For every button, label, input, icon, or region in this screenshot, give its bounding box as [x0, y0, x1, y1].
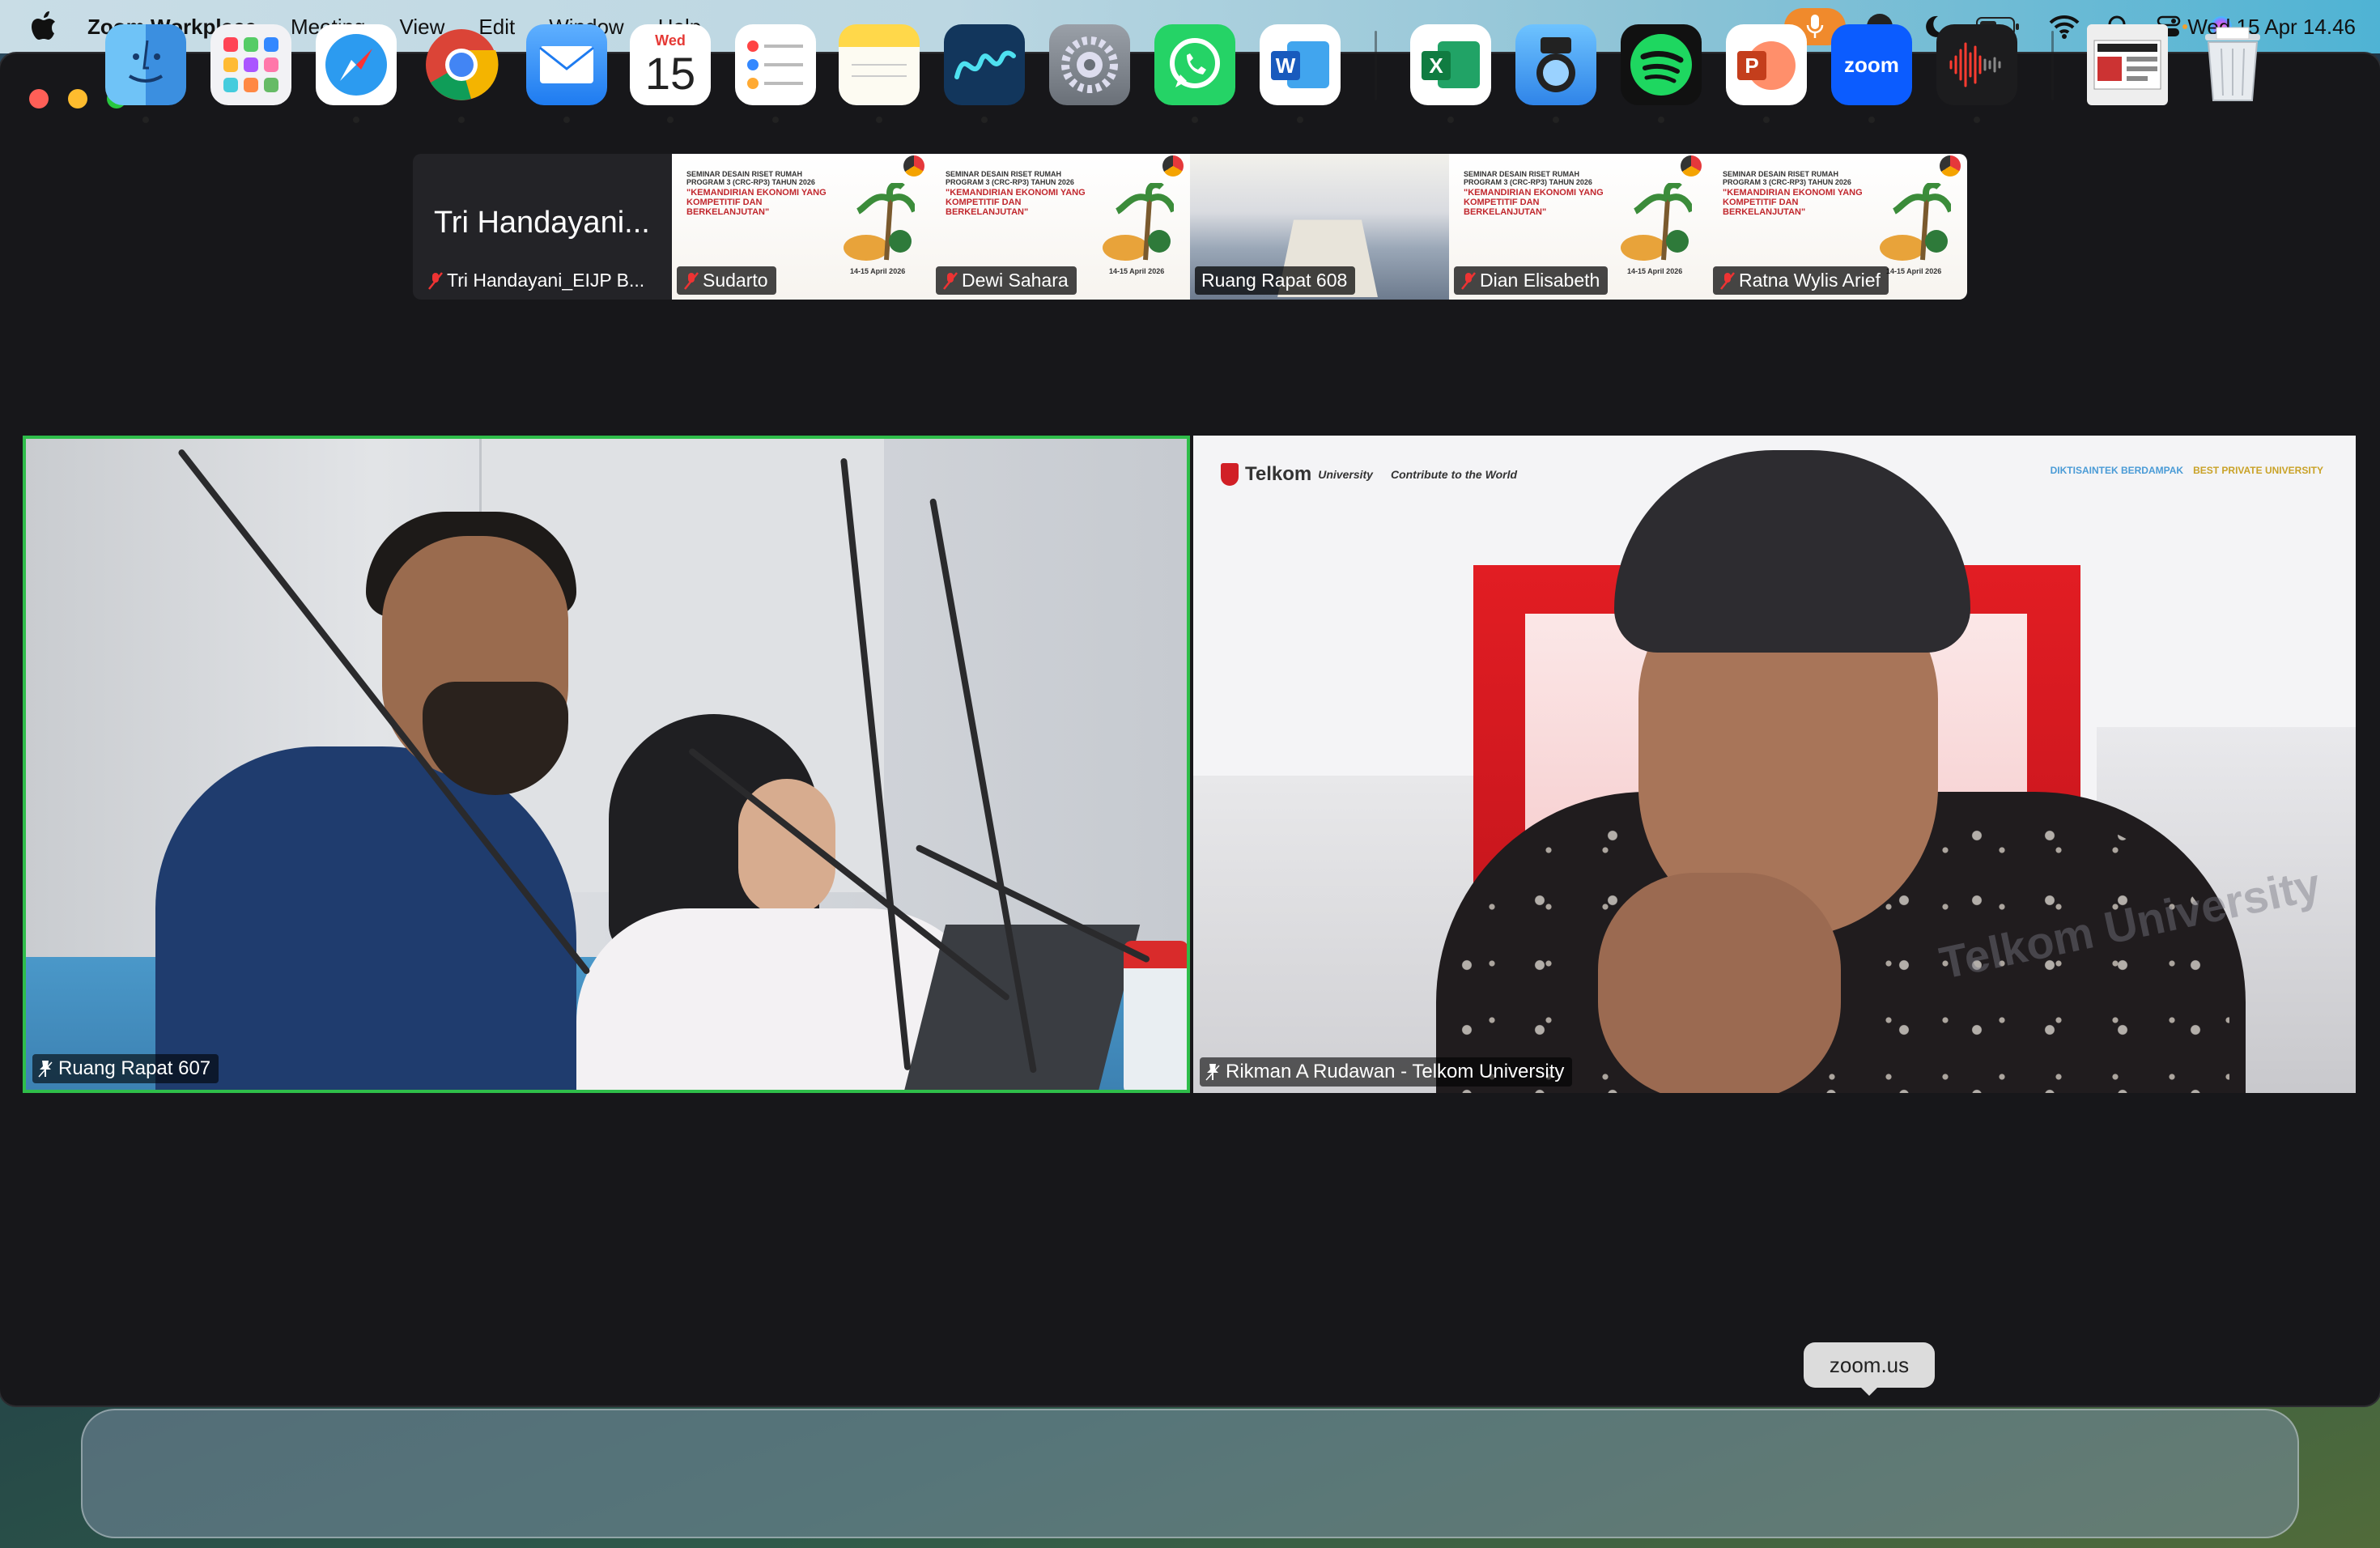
participant-name: Sudarto — [703, 270, 768, 291]
launchpad-icon[interactable] — [210, 24, 291, 105]
poster-theme: "KEMANDIRIAN EKONOMI YANG KOMPETITIF DAN… — [1723, 188, 1863, 217]
word-icon[interactable]: W — [1260, 24, 1341, 105]
dock — [81, 1409, 2299, 1538]
telkom-university-logo: Telkom University Contribute to the Worl… — [1221, 463, 1517, 486]
mail-icon[interactable] — [526, 24, 607, 105]
system-settings-icon[interactable] — [1049, 24, 1130, 105]
pin-icon — [38, 1061, 53, 1078]
poster-date: 14-15 April 2026 — [1109, 267, 1165, 275]
muted-mic-icon — [943, 271, 958, 290]
calendar-icon[interactable]: Wed 15 — [630, 24, 711, 105]
notes-icon[interactable] — [839, 24, 920, 105]
participant-name-tag: Ruang Rapat 608 — [1195, 266, 1356, 295]
participant-strip: Tri Handayani... Tri Handayani_EIJP B...… — [413, 154, 1969, 300]
poster-title: SEMINAR DESAIN RISET RUMAH PROGRAM 3 (CR… — [946, 170, 1074, 186]
participant-name-tag: Rikman A Rudawan - Telkom University — [1200, 1057, 1573, 1087]
participant-name: Ruang Rapat 608 — [1201, 270, 1348, 291]
poster-theme: "KEMANDIRIAN EKONOMI YANG KOMPETITIF DAN… — [946, 188, 1086, 217]
participant-thumbnail[interactable]: SEMINAR DESAIN RISET RUMAH PROGRAM 3 (CR… — [672, 154, 931, 300]
participant-thumbnail[interactable]: SEMINAR DESAIN RISET RUMAH PROGRAM 3 (CR… — [1708, 154, 1967, 300]
video-tile[interactable]: Telkom University Contribute to the Worl… — [1193, 436, 2356, 1093]
freeform-icon[interactable] — [944, 24, 1025, 105]
participant-name: Ratna Wylis Arief — [1739, 270, 1881, 291]
poster-title: SEMINAR DESAIN RISET RUMAH PROGRAM 3 (CR… — [1464, 170, 1592, 186]
reminders-icon[interactable] — [735, 24, 816, 105]
logo-university-sub: University — [1318, 468, 1373, 481]
telkom-shield-icon — [1221, 463, 1239, 486]
safari-icon[interactable] — [316, 24, 397, 105]
participant-name-tag: Ruang Rapat 607 — [32, 1054, 219, 1083]
participant-thumbnail[interactable]: SEMINAR DESAIN RISET RUMAH PROGRAM 3 (CR… — [1449, 154, 1708, 300]
downloads-stack-icon[interactable] — [2087, 24, 2168, 105]
participant-name: Tri Handayani_EIJP B... — [447, 270, 645, 291]
muted-mic-icon — [1720, 271, 1735, 290]
plant-illustration-icon — [844, 183, 915, 261]
pin-icon — [1205, 1064, 1220, 1081]
poster-title: SEMINAR DESAIN RISET RUMAH PROGRAM 3 (CR… — [1723, 170, 1851, 186]
meeting-room-video — [26, 439, 1187, 1090]
apple-menu-icon[interactable] — [31, 11, 57, 42]
logo-university-name: Telkom — [1245, 463, 1312, 485]
plant-illustration-icon — [1621, 183, 1692, 261]
whatsapp-icon[interactable] — [1154, 24, 1235, 105]
poster-date: 14-15 April 2026 — [1627, 267, 1683, 275]
video-tile-active-speaker[interactable]: Ruang Rapat 607 — [23, 436, 1190, 1093]
trash-icon[interactable] — [2192, 24, 2273, 105]
event-logo-icon — [1681, 155, 1702, 176]
participant-name-tag: Dian Elisabeth — [1454, 266, 1609, 295]
participant-name-tag: Sudarto — [677, 266, 776, 295]
powerpoint-icon[interactable]: P — [1726, 24, 1807, 105]
calendar-date-label: 15 — [644, 48, 696, 99]
excel-icon[interactable]: X — [1410, 24, 1491, 105]
close-window-button[interactable] — [29, 89, 49, 108]
poster-theme: "KEMANDIRIAN EKONOMI YANG KOMPETITIF DAN… — [686, 188, 827, 217]
plant-illustration-icon — [1103, 183, 1174, 261]
event-logo-icon — [1162, 155, 1184, 176]
svg-text:W: W — [1276, 53, 1296, 78]
poster-title: SEMINAR DESAIN RISET RUMAH PROGRAM 3 (CR… — [686, 170, 815, 186]
muted-mic-icon — [428, 271, 443, 290]
poster-date: 14-15 April 2026 — [850, 267, 906, 275]
participant-name: Dewi Sahara — [962, 270, 1069, 291]
dock-tooltip: zoom.us — [1804, 1342, 1935, 1396]
diktisaintek-logo: DIKTISAINTEK BERDAMPAK — [2050, 465, 2184, 476]
muted-mic-icon — [684, 271, 699, 290]
event-logo-icon — [903, 155, 924, 176]
minimize-window-button[interactable] — [68, 89, 87, 108]
participant-name: Dian Elisabeth — [1480, 270, 1600, 291]
svg-text:X: X — [1429, 53, 1443, 78]
poster-date: 14-15 April 2026 — [1886, 267, 1942, 275]
participant-video: Telkom University Contribute to the Worl… — [1193, 436, 2356, 1093]
event-logo-icon — [1940, 155, 1961, 176]
preview-icon[interactable] — [1515, 24, 1596, 105]
svg-text:P: P — [1745, 53, 1758, 78]
participant-name-tag: Dewi Sahara — [936, 266, 1077, 295]
chrome-icon[interactable] — [421, 24, 502, 105]
participant-name-tag: Tri Handayani_EIJP B... — [421, 266, 652, 295]
muted-mic-icon — [1461, 271, 1476, 290]
best-private-university-logo: BEST PRIVATE UNIVERSITY — [2193, 465, 2323, 476]
participant-thumbnail[interactable]: Ruang Rapat 608 — [1190, 154, 1449, 300]
finder-icon[interactable] — [105, 24, 186, 105]
logo-tagline: Contribute to the World — [1390, 468, 1518, 481]
participant-thumbnail[interactable]: Tri Handayani... Tri Handayani_EIJP B... — [413, 154, 672, 300]
voice-memos-icon[interactable] — [1936, 24, 2017, 105]
spotify-icon[interactable] — [1621, 24, 1702, 105]
zoom-icon[interactable]: zoom — [1831, 24, 1912, 105]
zoom-icon-label: zoom — [1844, 52, 1899, 77]
partner-logos: DIKTISAINTEK BERDAMPAK BEST PRIVATE UNIV… — [2051, 465, 2323, 476]
plant-illustration-icon — [1880, 183, 1951, 261]
participant-name: Ruang Rapat 607 — [58, 1057, 211, 1079]
poster-theme: "KEMANDIRIAN EKONOMI YANG KOMPETITIF DAN… — [1464, 188, 1604, 217]
participant-display-name: Tri Handayani... — [434, 206, 650, 240]
participant-name: Rikman A Rudawan - Telkom University — [1226, 1061, 1565, 1082]
participant-thumbnail[interactable]: SEMINAR DESAIN RISET RUMAH PROGRAM 3 (CR… — [931, 154, 1190, 300]
participant-name-tag: Ratna Wylis Arief — [1713, 266, 1889, 295]
